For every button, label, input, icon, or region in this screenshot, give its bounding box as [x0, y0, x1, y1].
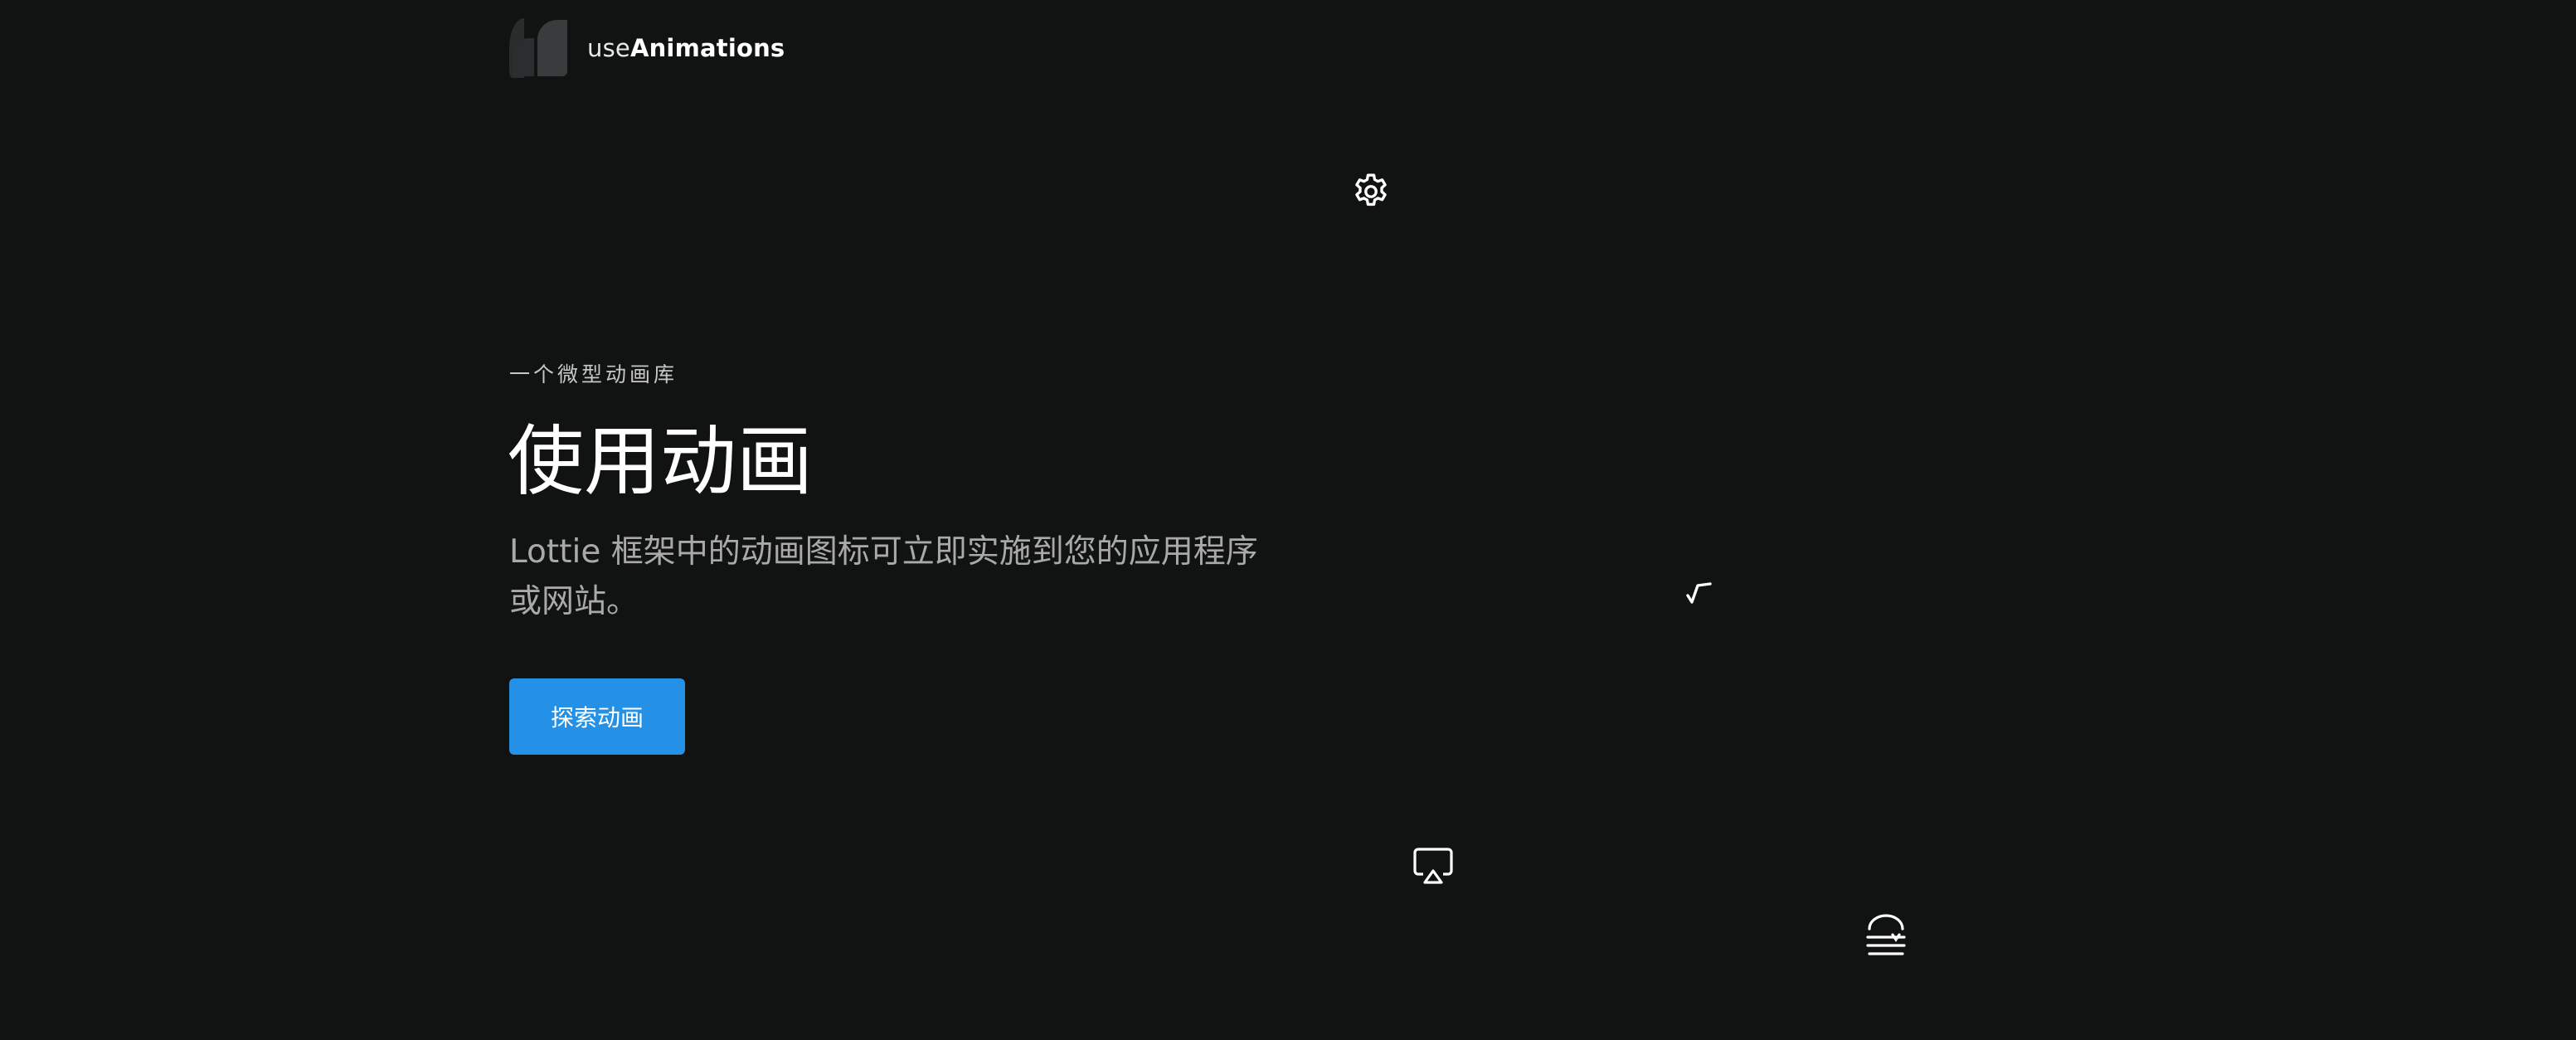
gear-icon: [1355, 173, 1387, 207]
brand-logo-link[interactable]: useAnimations: [509, 18, 785, 78]
brand-name: useAnimations: [587, 36, 785, 61]
page: useAnimations 一个微型动画库 使用动画 Lottie 框架中的动画…: [0, 0, 2576, 1040]
airplay-icon: [1413, 848, 1453, 884]
checkmark-icon: [1686, 582, 1712, 604]
brand-name-bold: Animations: [629, 33, 785, 62]
hero-eyebrow: 一个微型动画库: [509, 362, 678, 386]
hero-subtitle: Lottie 框架中的动画图标可立即实施到您的应用程序或网站。: [509, 533, 1258, 620]
brand-name-light: use: [587, 33, 630, 62]
hero-title: 使用动画: [508, 417, 814, 506]
logo-mark-icon: [509, 18, 567, 78]
explore-animations-button[interactable]: 探索动画: [509, 678, 685, 755]
menu-icon: [1866, 914, 1906, 955]
